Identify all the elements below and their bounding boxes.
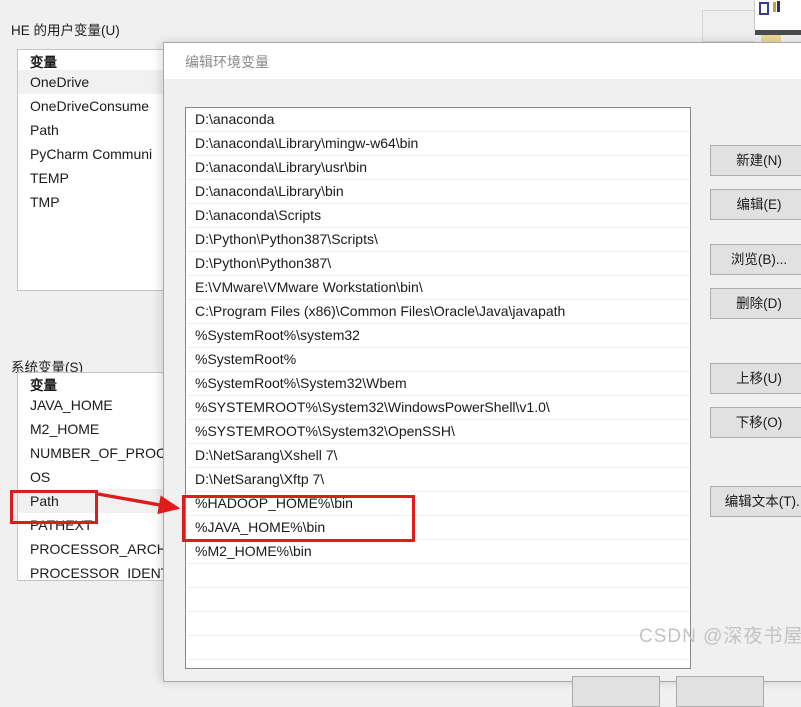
system-variables-column-header: 变量 bbox=[30, 378, 57, 393]
path-entry-row[interactable]: D:\anaconda\Library\mingw-w64\bin bbox=[186, 132, 690, 156]
list-item[interactable]: Path bbox=[18, 489, 186, 513]
list-item[interactable]: PyCharm Communi bbox=[18, 142, 186, 166]
list-item[interactable]: TEMP bbox=[18, 166, 186, 190]
user-variables-rows: OneDrive OneDriveConsume Path PyCharm Commu… bbox=[18, 70, 186, 214]
path-entry-row-empty[interactable] bbox=[186, 564, 690, 588]
user-variables-group-label: HE 的用户变量(U) bbox=[11, 23, 120, 38]
list-item[interactable]: PATHEXT bbox=[18, 513, 186, 537]
edit-environment-variable-dialog: 编辑环境变量 D:\anaconda D:\anaconda\Library\mi… bbox=[163, 42, 801, 707]
cancel-button[interactable] bbox=[676, 676, 764, 707]
edit-button[interactable]: 编辑(E) bbox=[710, 189, 801, 220]
path-entries-listbox[interactable]: D:\anaconda D:\anaconda\Library\mingw-w64… bbox=[185, 107, 691, 669]
decorative-icon bbox=[777, 1, 780, 12]
path-entry-row[interactable]: %SYSTEMROOT%\System32\OpenSSH\ bbox=[186, 420, 690, 444]
list-item[interactable]: JAVA_HOME bbox=[18, 393, 186, 417]
path-entry-row[interactable]: D:\Python\Python387\Scripts\ bbox=[186, 228, 690, 252]
path-entry-row[interactable]: C:\Program Files (x86)\Common Files\Orac… bbox=[186, 300, 690, 324]
dialog-title: 编辑环境变量 bbox=[185, 54, 269, 70]
move-up-button[interactable]: 上移(U) bbox=[710, 363, 801, 394]
decorative-icon bbox=[773, 2, 776, 12]
list-item[interactable]: Path bbox=[18, 118, 186, 142]
user-variables-listbox[interactable]: 变量 OneDrive OneDriveConsume Path PyCharm Co… bbox=[17, 49, 187, 291]
path-entry-row[interactable]: %SystemRoot%\system32 bbox=[186, 324, 690, 348]
list-item[interactable]: OneDrive bbox=[18, 70, 186, 94]
edit-text-button[interactable]: 编辑文本(T)... bbox=[710, 486, 801, 517]
path-entry-row[interactable]: D:\anaconda\Scripts bbox=[186, 204, 690, 228]
path-entries-rows: D:\anaconda D:\anaconda\Library\mingw-w64… bbox=[186, 108, 690, 660]
system-variables-rows: JAVA_HOME M2_HOME NUMBER_OF_PROC OS Path PATH… bbox=[18, 393, 186, 580]
decorative-icon bbox=[759, 2, 769, 15]
path-entry-row[interactable]: D:\NetSarang\Xftp 7\ bbox=[186, 468, 690, 492]
path-entry-row-empty[interactable] bbox=[186, 636, 690, 660]
path-entry-row[interactable]: %JAVA_HOME%\bin bbox=[186, 516, 690, 540]
path-entry-row[interactable]: %SYSTEMROOT%\System32\WindowsPowerShell\… bbox=[186, 396, 690, 420]
list-item[interactable]: OS bbox=[18, 465, 186, 489]
system-variables-listbox[interactable]: 变量 JAVA_HOME M2_HOME NUMBER_OF_PROC OS Path P… bbox=[17, 372, 187, 581]
list-item[interactable]: PROCESSOR_IDENT bbox=[18, 561, 186, 580]
path-entry-row[interactable]: D:\anaconda bbox=[186, 108, 690, 132]
browse-button[interactable]: 浏览(B)... bbox=[710, 244, 801, 275]
ok-button[interactable] bbox=[572, 676, 660, 707]
path-entry-row[interactable]: D:\anaconda\Library\bin bbox=[186, 180, 690, 204]
list-item[interactable]: PROCESSOR_ARCH bbox=[18, 537, 186, 561]
dialog-titlebar: 编辑环境变量 bbox=[164, 43, 801, 79]
csdn-watermark: CSDN @深夜书屋 bbox=[639, 626, 801, 647]
list-item[interactable]: TMP bbox=[18, 190, 186, 214]
path-entry-row[interactable]: D:\NetSarang\Xshell 7\ bbox=[186, 444, 690, 468]
path-entry-row[interactable]: D:\anaconda\Library\usr\bin bbox=[186, 156, 690, 180]
path-entry-row[interactable]: %SystemRoot% bbox=[186, 348, 690, 372]
delete-button[interactable]: 删除(D) bbox=[710, 288, 801, 319]
list-item[interactable]: M2_HOME bbox=[18, 417, 186, 441]
new-button[interactable]: 新建(N) bbox=[710, 145, 801, 176]
path-entry-row-empty[interactable] bbox=[186, 612, 690, 636]
path-entry-row[interactable]: %HADOOP_HOME%\bin bbox=[186, 492, 690, 516]
path-entry-row[interactable]: %M2_HOME%\bin bbox=[186, 540, 690, 564]
path-entry-row[interactable]: E:\VMware\VMware Workstation\bin\ bbox=[186, 276, 690, 300]
path-entry-row[interactable]: D:\Python\Python387\ bbox=[186, 252, 690, 276]
path-entry-row[interactable]: %SystemRoot%\System32\Wbem bbox=[186, 372, 690, 396]
path-entry-row-empty[interactable] bbox=[186, 588, 690, 612]
background-window-peek-panel bbox=[702, 10, 755, 42]
move-down-button[interactable]: 下移(O) bbox=[710, 407, 801, 438]
user-variables-column-header: 变量 bbox=[30, 55, 57, 70]
background-application-sliver bbox=[754, 0, 801, 30]
list-item[interactable]: NUMBER_OF_PROC bbox=[18, 441, 186, 465]
list-item[interactable]: OneDriveConsume bbox=[18, 94, 186, 118]
